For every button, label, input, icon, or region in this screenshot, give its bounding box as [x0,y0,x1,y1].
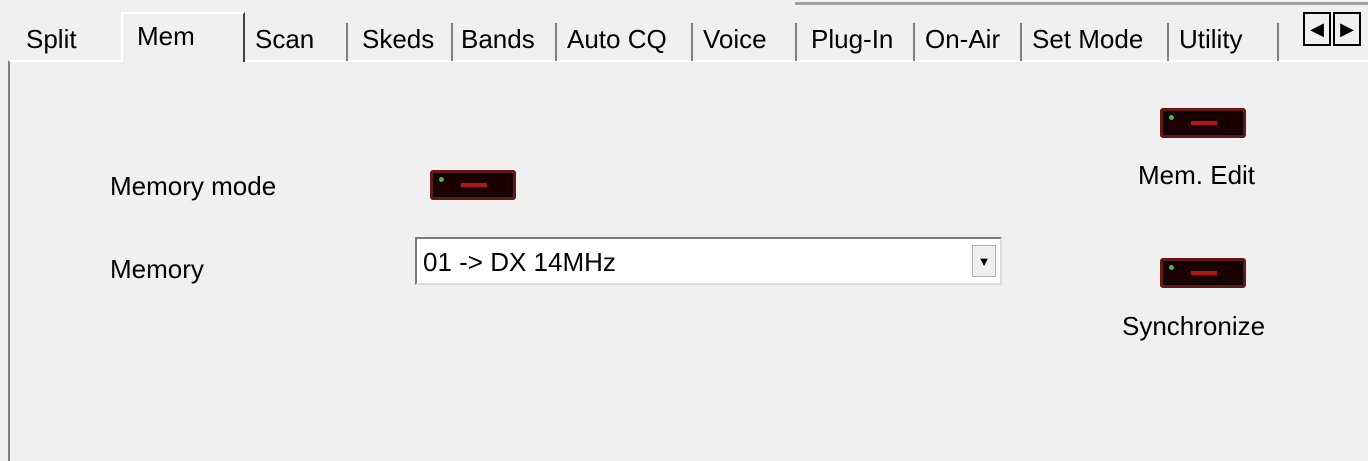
tab-label: Utility [1179,24,1243,54]
tab-set-mode[interactable]: Set Mode [1022,19,1169,61]
tab-split[interactable]: Split [12,19,112,59]
triangle-right-icon: ▶ [1340,19,1354,39]
memory-label: Memory [110,254,204,284]
tab-label: Split [26,24,77,54]
triangle-left-icon: ◀ [1310,19,1324,39]
tab-label: Skeds [362,24,435,54]
tab-bands[interactable]: Bands [453,19,557,61]
tab-label: Scan [255,24,315,54]
memory-select-value: 01 -> DX 14MHz [423,247,616,277]
tab-scroll-left-button[interactable]: ◀ [1303,12,1331,46]
led-indicator-bar [461,183,487,187]
memory-mode-label: Memory mode [110,171,277,201]
tab-auto-cq[interactable]: Auto CQ [557,19,693,61]
top-border-line [795,2,1368,5]
led-indicator-bar [1191,121,1217,125]
mem-edit-label: Mem. Edit [1138,160,1256,190]
led-indicator-dot [1169,265,1174,270]
memory-select[interactable]: 01 -> DX 14MHz ▼ [415,237,1002,285]
tab-label: Bands [461,24,535,54]
tab-on-air[interactable]: On-Air [915,19,1022,61]
tab-utility[interactable]: Utility [1169,19,1279,61]
tab-voice[interactable]: Voice [693,19,797,61]
led-indicator-dot [439,177,444,182]
tab-label: Auto CQ [567,24,667,54]
tab-label: Mem [137,21,195,51]
dropdown-arrow-icon[interactable]: ▼ [972,245,996,277]
mem-edit-led-button[interactable] [1160,108,1246,138]
tab-scan[interactable]: Scan [245,19,348,61]
tab-skeds[interactable]: Skeds [348,19,453,61]
tab-label: Set Mode [1032,24,1144,54]
tab-scroll-right-button[interactable]: ▶ [1333,12,1361,46]
synchronize-label: Synchronize [1122,311,1266,341]
memory-mode-led-button[interactable] [430,170,516,200]
synchronize-led-button[interactable] [1160,258,1246,288]
tab-plug-in[interactable]: Plug-In [797,19,915,61]
chevron-down-icon: ▼ [977,253,991,269]
tab-label: Plug-In [811,24,894,54]
memory-panel-window: Split Mem Scan Skeds Bands Auto CQ Voice… [0,0,1368,461]
tab-mem[interactable]: Mem [121,12,245,62]
tab-separator [1277,23,1279,61]
tab-label: Voice [703,24,767,54]
led-indicator-dot [1169,115,1174,120]
tab-label: On-Air [925,24,1001,54]
led-indicator-bar [1191,271,1217,275]
